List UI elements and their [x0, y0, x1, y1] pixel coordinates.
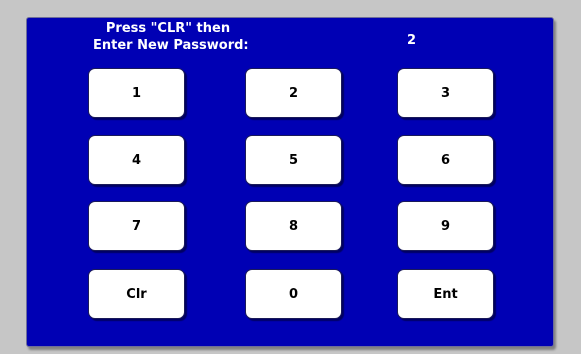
instruction-line-1: Press "CLR" then: [105, 21, 231, 36]
key-4-button[interactable]: 4: [88, 135, 185, 185]
enter-button[interactable]: Ent: [397, 269, 494, 319]
key-1-button[interactable]: 1: [88, 68, 185, 118]
window-frame: Press "CLR" then Enter New Password: 2 1…: [0, 0, 581, 354]
key-0-button[interactable]: 0: [245, 269, 342, 319]
key-7-button[interactable]: 7: [88, 201, 185, 251]
key-6-button[interactable]: 6: [397, 135, 494, 185]
clear-button[interactable]: Clr: [88, 269, 185, 319]
key-9-button[interactable]: 9: [397, 201, 494, 251]
instruction-line-2: Enter New Password:: [93, 38, 249, 53]
password-entry-display: 2: [407, 33, 417, 48]
key-3-button[interactable]: 3: [397, 68, 494, 118]
key-5-button[interactable]: 5: [245, 135, 342, 185]
instruction-text: Press "CLR" then Enter New Password:: [93, 20, 249, 54]
password-keypad-panel: Press "CLR" then Enter New Password: 2 1…: [26, 17, 554, 347]
key-2-button[interactable]: 2: [245, 68, 342, 118]
key-8-button[interactable]: 8: [245, 201, 342, 251]
